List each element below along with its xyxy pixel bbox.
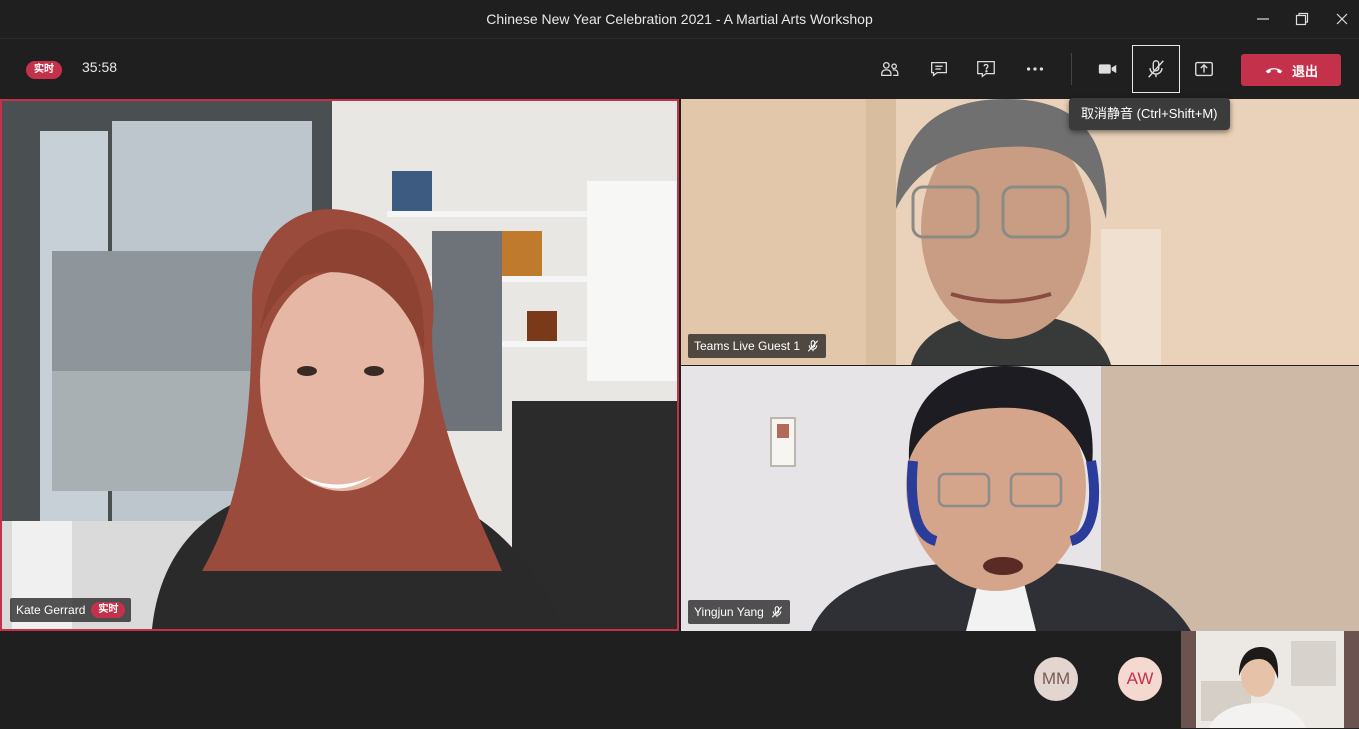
meeting-timer: 35:58 (82, 59, 118, 75)
share-screen-button[interactable] (1182, 47, 1226, 91)
camera-button[interactable] (1086, 47, 1130, 91)
participant-video (681, 366, 1359, 631)
close-icon (1336, 13, 1348, 25)
mic-off-icon (1148, 60, 1164, 78)
video-tile-yingjun[interactable]: Yingjun Yang (681, 366, 1359, 631)
window-title: Chinese New Year Celebration 2021 - A Ma… (486, 11, 873, 27)
participant-name: Yingjun Yang (694, 605, 764, 619)
participants-icon (881, 61, 899, 77)
participant-video (681, 99, 1359, 365)
meeting-toolbar: 实时 35:58 退出 (0, 38, 1359, 99)
hang-up-icon (1265, 68, 1283, 74)
minimize-icon (1257, 18, 1269, 20)
toolbar-separator (1071, 53, 1072, 85)
participants-button[interactable] (868, 47, 912, 91)
video-tile-guest[interactable]: Teams Live Guest 1 (681, 99, 1359, 365)
leave-button[interactable]: 退出 (1241, 54, 1341, 86)
title-bar: Chinese New Year Celebration 2021 - A Ma… (0, 0, 1359, 38)
restore-button[interactable] (1282, 0, 1322, 38)
participant-video (1181, 631, 1359, 728)
unmute-button[interactable] (1132, 45, 1180, 93)
more-options-button[interactable] (1013, 47, 1057, 91)
participant-name-tag: Teams Live Guest 1 (688, 334, 827, 358)
participant-name-tag: Yingjun Yang (688, 600, 790, 624)
video-tile-main[interactable]: Kate Gerrard 实时 (0, 99, 679, 631)
unmute-tooltip: 取消静音 (Ctrl+Shift+M) (1069, 98, 1230, 130)
chat-button[interactable] (917, 47, 961, 91)
live-badge: 实时 (91, 602, 126, 618)
minimize-button[interactable] (1243, 0, 1283, 38)
raise-hand-icon (977, 61, 995, 78)
raise-hand-button[interactable] (964, 47, 1008, 91)
avatar-aw[interactable]: AW (1118, 657, 1162, 701)
more-icon (1026, 67, 1044, 71)
participant-name-tag: Kate Gerrard 实时 (10, 598, 132, 622)
participant-video (2, 101, 677, 629)
close-button[interactable] (1322, 0, 1359, 38)
share-screen-icon (1195, 61, 1213, 77)
chat-icon (931, 61, 947, 77)
mic-off-icon (771, 606, 782, 618)
participant-strip: MM AW (0, 631, 1359, 729)
live-badge: 实时 (26, 61, 62, 79)
camera-icon (1098, 64, 1117, 74)
participant-name: Teams Live Guest 1 (694, 339, 801, 353)
mic-off-icon (808, 340, 819, 352)
self-view-video[interactable] (1181, 631, 1359, 728)
leave-label: 退出 (1291, 63, 1318, 79)
restore-icon (1295, 12, 1309, 26)
participant-name: Kate Gerrard (16, 603, 86, 617)
avatar-mm[interactable]: MM (1034, 657, 1078, 701)
